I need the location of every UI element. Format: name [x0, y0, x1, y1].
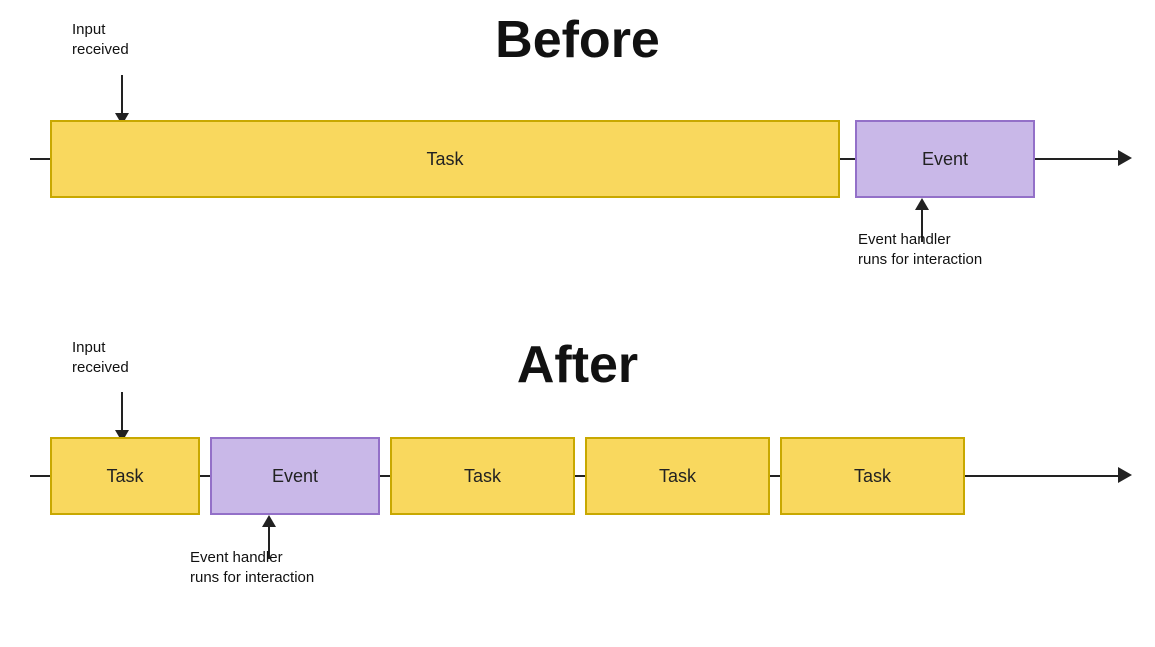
after-event-handler-label: Event handlerruns for interaction	[190, 548, 314, 587]
before-event-box: Event	[855, 120, 1035, 198]
after-input-label: Inputreceived	[72, 338, 129, 377]
before-timeline-arrowhead	[1118, 150, 1132, 166]
after-task4-box: Task	[780, 437, 965, 515]
before-input-label: Inputreceived	[72, 20, 129, 59]
before-event-handler-label: Event handlerruns for interaction	[858, 230, 982, 269]
after-task3-box: Task	[585, 437, 770, 515]
before-task-box: Task	[50, 120, 840, 198]
after-input-arrow	[115, 392, 129, 442]
after-task2-box: Task	[390, 437, 575, 515]
after-task1-box: Task	[50, 437, 200, 515]
before-input-arrow	[115, 75, 129, 125]
after-event-box: Event	[210, 437, 380, 515]
before-title: Before	[495, 10, 660, 70]
diagram-container: Before Inputreceived Task Event Event ha…	[0, 0, 1155, 647]
after-timeline-arrowhead	[1118, 467, 1132, 483]
after-title: After	[517, 335, 638, 395]
